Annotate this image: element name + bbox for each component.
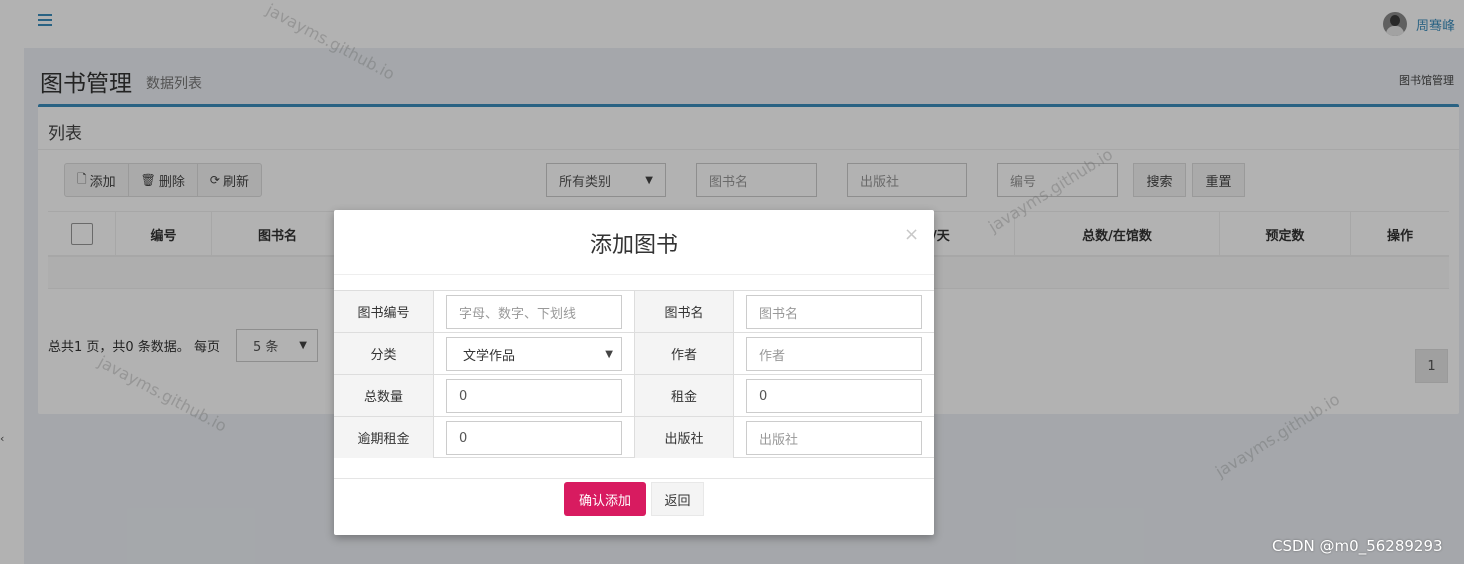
rent-input[interactable]: 0	[746, 379, 922, 413]
form-row: 总数量 0 租金 0	[334, 375, 934, 417]
publisher-input[interactable]: 出版社	[746, 421, 922, 455]
book-no-placeholder: 字母、数字、下划线	[459, 306, 577, 322]
total-value: 0	[459, 388, 468, 404]
chevron-down-icon: ▼	[605, 348, 613, 360]
author-label: 作者	[634, 333, 734, 374]
rent-label: 租金	[634, 375, 734, 416]
add-book-modal: 添加图书 × 图书编号 字母、数字、下划线 图书名 图书名 分类 文学作品 ▼ …	[334, 210, 934, 535]
book-name-input[interactable]: 图书名	[746, 295, 922, 329]
total-input[interactable]: 0	[446, 379, 622, 413]
total-label: 总数量	[334, 375, 434, 416]
author-input[interactable]: 作者	[746, 337, 922, 371]
book-no-label: 图书编号	[334, 291, 434, 332]
footer-watermark: CSDN @m0_56289293	[1272, 537, 1443, 555]
category-label: 分类	[334, 333, 434, 374]
add-book-form: 图书编号 字母、数字、下划线 图书名 图书名 分类 文学作品 ▼ 作者 作者 总…	[334, 290, 934, 458]
rent-value: 0	[759, 388, 768, 404]
form-row: 逾期租金 0 出版社 出版社	[334, 417, 934, 459]
modal-footer-divider	[334, 478, 934, 479]
form-row: 分类 文学作品 ▼ 作者 作者	[334, 333, 934, 375]
form-row: 图书编号 字母、数字、下划线 图书名 图书名	[334, 291, 934, 333]
back-button[interactable]: 返回	[651, 482, 704, 516]
modal-divider	[334, 274, 934, 275]
publisher-placeholder: 出版社	[759, 432, 799, 448]
overdue-rent-input[interactable]: 0	[446, 421, 622, 455]
publisher-label: 出版社	[634, 417, 734, 458]
category-select[interactable]: 文学作品 ▼	[446, 337, 622, 371]
book-name-label: 图书名	[634, 291, 734, 332]
confirm-add-button[interactable]: 确认添加	[564, 482, 646, 516]
author-placeholder: 作者	[759, 348, 786, 364]
overdue-rent-value: 0	[459, 430, 468, 446]
close-icon[interactable]: ×	[904, 224, 919, 245]
book-name-placeholder: 图书名	[759, 306, 799, 322]
category-select-value: 文学作品	[463, 348, 516, 364]
modal-title: 添加图书	[589, 233, 678, 258]
overdue-rent-label: 逾期租金	[334, 417, 434, 458]
book-no-input[interactable]: 字母、数字、下划线	[446, 295, 622, 329]
